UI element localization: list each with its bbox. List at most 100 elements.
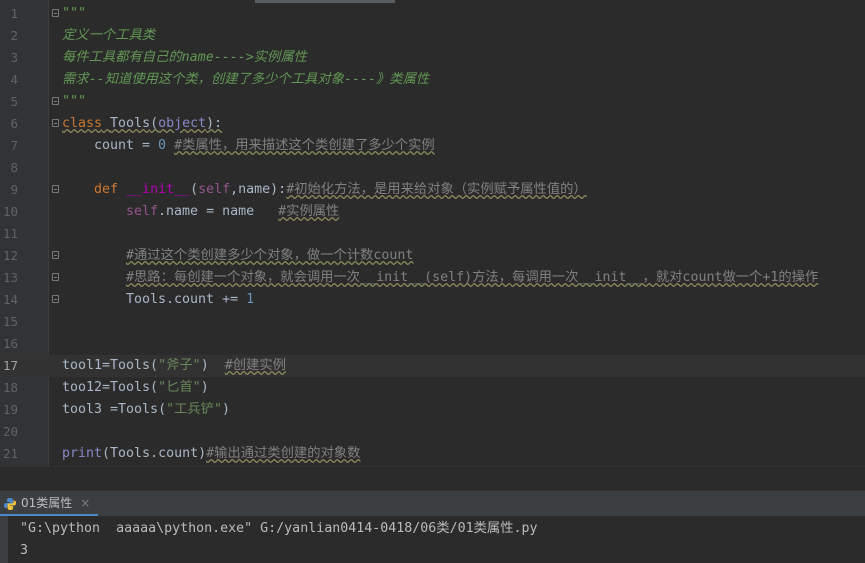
- run-tab-label: 01类属性: [21, 496, 73, 510]
- comment: #通过这个类创建多少个对象，做一个计数count: [126, 248, 414, 263]
- fold-icon[interactable]: [52, 9, 59, 17]
- builtin-name: object: [158, 116, 207, 131]
- comment: #实例属性: [278, 204, 340, 219]
- code-line[interactable]: 2 定义一个工具类: [0, 25, 865, 47]
- string-literal: "匕首": [158, 380, 201, 395]
- string-literal: "斧子": [158, 358, 201, 373]
- line-number: 2: [10, 28, 18, 43]
- comment: #思路：每创建一个对象，就会调用一次__init__(self)方法，每调用一次…: [126, 270, 819, 285]
- builtin-name: print: [62, 446, 103, 461]
- fold-icon[interactable]: [52, 251, 59, 259]
- comment: #创建实例: [224, 358, 286, 373]
- code-line[interactable]: 7 count = 0 #类属性，用来描述这个类创建了多少个实例: [0, 135, 865, 157]
- docstring-text: """: [62, 6, 87, 21]
- code-text: too12=Tools("匕首"): [62, 377, 209, 399]
- keyword: class: [62, 116, 103, 131]
- code-line[interactable]: 11: [0, 223, 865, 245]
- fold-icon[interactable]: [52, 97, 59, 105]
- editor-panel-divider[interactable]: [0, 466, 865, 491]
- number-literal: 0: [158, 138, 167, 153]
- line-number: 12: [2, 248, 18, 263]
- line-number: 18: [2, 380, 18, 395]
- self-keyword: self: [126, 204, 159, 219]
- docstring-text: 每件工具都有自己的name---->实例属性: [62, 50, 307, 65]
- docstring-text: 需求--知道使用这个类，创建了多少个工具对象----》类属性: [62, 72, 430, 87]
- code-line[interactable]: 13 #思路：每创建一个对象，就会调用一次__init__(self)方法，每调…: [0, 267, 865, 289]
- run-tab[interactable]: 01类属性 ×: [0, 491, 99, 517]
- code-text: #通过这个类创建多少个对象，做一个计数count: [126, 245, 413, 267]
- code-line[interactable]: 21 print(Tools.count)#输出通过类创建的对象数: [0, 443, 865, 465]
- code-line[interactable]: 3 每件工具都有自己的name---->实例属性: [0, 47, 865, 69]
- fold-icon[interactable]: [52, 185, 59, 193]
- code-segment: Tools.count +=: [126, 292, 247, 307]
- code-text: def __init__(self,name):#初始化方法，是用来给对象（实例…: [94, 179, 587, 201]
- fold-icon[interactable]: [52, 295, 59, 303]
- code-text: tool3 =Tools("工兵铲"): [62, 399, 230, 421]
- code-segment: .name = name: [158, 204, 255, 219]
- line-number: 14: [2, 292, 18, 307]
- code-segment: (Tools.count): [102, 446, 207, 461]
- code-editor[interactable]: 1 """ 2 定义一个工具类 3 每件工具都有自己的name---->实例属性…: [0, 0, 865, 466]
- code-line[interactable]: 12 #通过这个类创建多少个对象，做一个计数count: [0, 245, 865, 267]
- line-number: 20: [2, 424, 18, 439]
- code-line[interactable]: 10 self.name = name #实例属性: [0, 201, 865, 223]
- code-segment: tool1=Tools(: [62, 358, 159, 373]
- class-definition: class Tools(object):: [62, 113, 222, 135]
- line-number: 11: [2, 226, 18, 241]
- magic-method: __init__: [126, 182, 191, 197]
- code-text: count = 0 #类属性，用来描述这个类创建了多少个实例: [94, 135, 435, 157]
- comment: #类属性，用来描述这个类创建了多少个实例: [174, 138, 435, 153]
- code-punct: ): [221, 402, 230, 417]
- code-punct: ):: [206, 116, 223, 131]
- code-line[interactable]: 1 """: [0, 3, 865, 25]
- line-number: 17: [2, 358, 18, 373]
- line-number: 10: [2, 204, 18, 219]
- keyword: def: [94, 182, 119, 197]
- code-segment: tool3 =Tools(: [62, 402, 167, 417]
- code-text: tool1=Tools("斧子") #创建实例: [62, 355, 286, 377]
- code-text: self.name = name #实例属性: [126, 201, 339, 223]
- code-line[interactable]: 4 需求--知道使用这个类，创建了多少个工具对象----》类属性: [0, 69, 865, 91]
- fold-icon[interactable]: [52, 119, 59, 127]
- line-number: 19: [2, 402, 18, 417]
- line-number: 6: [10, 116, 18, 131]
- line-number: 1: [10, 6, 18, 21]
- code-line[interactable]: 18 too12=Tools("匕首"): [0, 377, 865, 399]
- run-tool-window-tabs: 01类属性 ×: [0, 490, 865, 517]
- docstring-text: """: [62, 94, 87, 109]
- console-command-line: "G:\python aaaaa\python.exe" G:/yanlian0…: [20, 521, 538, 536]
- code-line[interactable]: 14 Tools.count += 1: [0, 289, 865, 311]
- code-line[interactable]: 15: [0, 311, 865, 333]
- close-icon[interactable]: ×: [80, 496, 90, 510]
- line-number: 7: [10, 138, 18, 153]
- code-line-current[interactable]: 17 tool1=Tools("斧子") #创建实例: [0, 355, 865, 377]
- code-line[interactable]: 19 tool3 =Tools("工兵铲"): [0, 399, 865, 421]
- code-line[interactable]: 5 """: [0, 91, 865, 113]
- class-name: Tools: [110, 116, 151, 131]
- code-line[interactable]: 6 class Tools(object):: [0, 113, 865, 135]
- line-number: 13: [2, 270, 18, 285]
- code-segment: count =: [94, 138, 159, 153]
- code-line[interactable]: 8: [0, 157, 865, 179]
- line-number: 5: [10, 94, 18, 109]
- code-punct: (: [190, 182, 199, 197]
- self-keyword: self: [198, 182, 231, 197]
- code-punct: ): [200, 380, 209, 395]
- code-punct: ): [200, 358, 209, 373]
- line-number: 15: [2, 314, 18, 329]
- line-number: 21: [2, 446, 18, 461]
- code-segment: too12=Tools(: [62, 380, 159, 395]
- code-text: print(Tools.count)#输出通过类创建的对象数: [62, 443, 360, 465]
- number-literal: 1: [246, 292, 255, 307]
- fold-icon[interactable]: [52, 273, 59, 281]
- run-console[interactable]: "G:\python aaaaa\python.exe" G:/yanlian0…: [0, 516, 865, 563]
- code-line[interactable]: 9 def __init__(self,name):#初始化方法，是用来给对象（…: [0, 179, 865, 201]
- code-line[interactable]: 16: [0, 333, 865, 355]
- code-text: #思路：每创建一个对象，就会调用一次__init__(self)方法，每调用一次…: [126, 267, 818, 289]
- code-line[interactable]: 20: [0, 421, 865, 443]
- line-number: 3: [10, 50, 18, 65]
- console-toolbar: [0, 516, 8, 563]
- line-number: 4: [10, 72, 18, 87]
- docstring-text: 定义一个工具类: [62, 28, 156, 43]
- line-number: 9: [10, 182, 18, 197]
